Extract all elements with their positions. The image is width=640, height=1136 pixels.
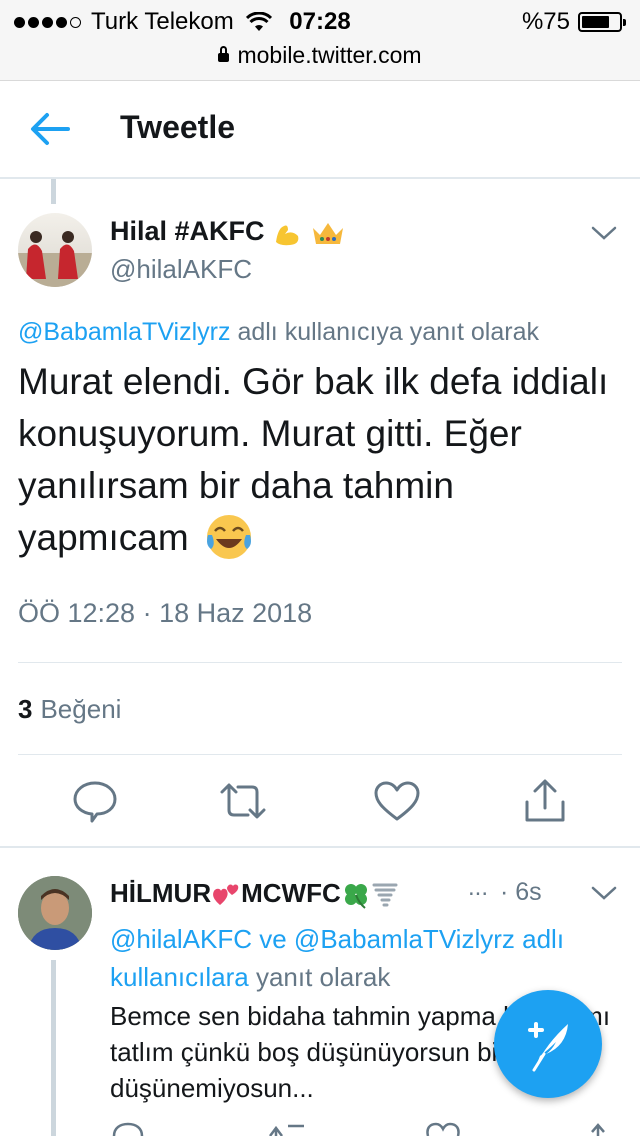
- tornado-icon: [372, 883, 398, 907]
- like-icon[interactable]: [372, 778, 422, 824]
- back-arrow-icon[interactable]: [28, 109, 72, 149]
- app-header: Tweetle: [0, 81, 640, 179]
- author-name-text: Hilal #AKFC: [110, 216, 265, 246]
- reply-mention-link-2[interactable]: @BabamlaTVizlyrz: [294, 924, 515, 954]
- reply-author-name-part2: MCWFC: [241, 878, 341, 908]
- reply-author-name-part1: HİLMUR: [110, 878, 212, 908]
- name-overflow-ellipsis: ...: [468, 874, 489, 901]
- address-bar[interactable]: mobile.twitter.com: [0, 42, 640, 69]
- divider: [18, 754, 622, 755]
- chevron-down-icon[interactable]: [590, 884, 618, 902]
- url-text: mobile.twitter.com: [237, 42, 422, 68]
- battery-percentage: %75: [521, 8, 570, 35]
- tweet-text: Murat elendi. Gör bak ilk defa iddialı k…: [18, 361, 609, 558]
- reply-mention-link-1[interactable]: @hilalAKFC: [110, 924, 252, 954]
- author-name[interactable]: Hilal #AKFC: [110, 216, 346, 248]
- reply-connector: ve: [259, 924, 287, 954]
- battery-area: %75: [521, 8, 626, 36]
- lock-icon: [218, 46, 230, 62]
- battery-icon: [578, 12, 626, 32]
- chevron-down-icon[interactable]: [590, 224, 618, 242]
- tweet-body: Murat elendi. Gör bak ilk defa iddialı k…: [18, 356, 628, 564]
- reply-suffix: yanıt olarak: [255, 962, 391, 992]
- four-leaf-clover-icon: [344, 884, 367, 909]
- compose-feather-icon: [528, 1022, 568, 1072]
- retweet-icon[interactable]: [218, 778, 268, 824]
- author-handle[interactable]: @hilalAKFC: [110, 254, 252, 285]
- like-count-row[interactable]: 3 Beğeni: [18, 694, 121, 725]
- tweet-timestamp[interactable]: ÖÖ 12:28 · 18 Haz 2018: [18, 598, 312, 629]
- reply-icon[interactable]: [70, 778, 120, 824]
- reply-timestamp[interactable]: · 6s: [500, 878, 542, 907]
- flexed-biceps-icon: [276, 225, 299, 246]
- divider: [18, 662, 622, 663]
- crown-icon: [312, 222, 343, 244]
- compose-tweet-button[interactable]: [494, 990, 602, 1098]
- like-label: Beğeni: [40, 694, 122, 724]
- section-separator: [0, 846, 640, 848]
- reply-action-bar: [110, 1122, 620, 1136]
- share-icon[interactable]: [520, 778, 570, 824]
- face-with-tears-of-joy-icon: [206, 515, 251, 560]
- page-title: Tweetle: [120, 109, 235, 145]
- reply-mention-link[interactable]: @BabamlaTVizlyrz: [18, 318, 230, 346]
- reply-suffix: adlı kullanıcıya yanıt olarak: [237, 318, 539, 346]
- reply-replying-to: @hilalAKFC ve @BabamlaTVizlyrz adlı kull…: [110, 920, 610, 996]
- two-hearts-icon: [213, 884, 239, 906]
- replying-to: @BabamlaTVizlyrz adlı kullanıcıya yanıt …: [18, 318, 628, 347]
- thread-connector: [51, 960, 56, 1136]
- status-bar: Turk Telekom 07:28 %75 mobile.twitter.co…: [0, 0, 640, 81]
- reply-author-avatar[interactable]: [18, 876, 92, 950]
- reply-author-name[interactable]: HİLMUR MCWFC: [110, 878, 399, 909]
- author-avatar[interactable]: [18, 213, 92, 287]
- thread-connector-top: [51, 179, 56, 204]
- like-count: 3: [18, 694, 33, 724]
